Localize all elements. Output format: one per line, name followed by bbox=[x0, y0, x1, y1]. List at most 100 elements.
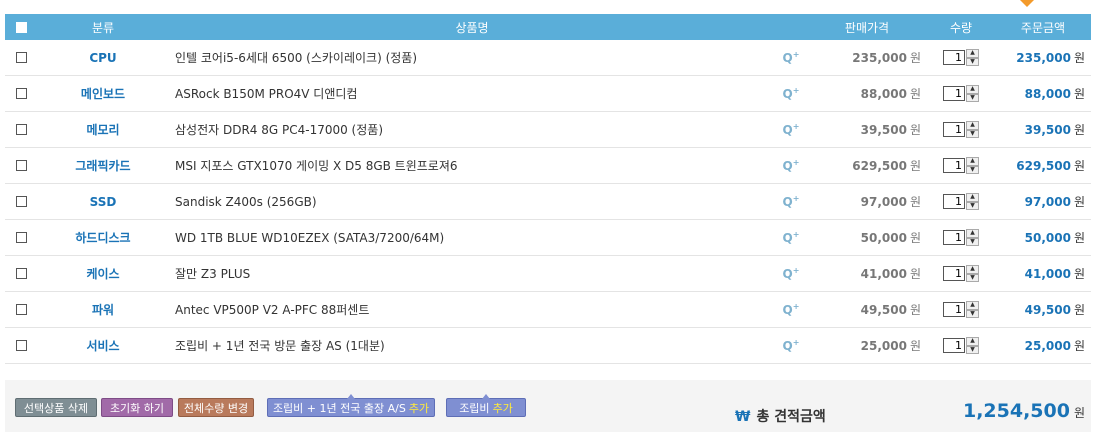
row-total: 235,000 원 bbox=[995, 49, 1091, 66]
zoom-plus-icon[interactable]: Q+ bbox=[775, 86, 807, 101]
add-assembly-button[interactable]: 조립비 추가 bbox=[446, 394, 526, 417]
table-header: 분류 상품명 판매가격 수량 주문금액 bbox=[5, 14, 1091, 40]
row-product-name[interactable]: Sandisk Z400s (256GB) bbox=[169, 195, 775, 209]
row-checkbox[interactable] bbox=[15, 52, 27, 63]
row-price-currency: 원 bbox=[909, 195, 921, 209]
row-checkbox[interactable] bbox=[15, 304, 27, 315]
zoom-plus-icon[interactable]: Q+ bbox=[775, 194, 807, 209]
row-checkbox[interactable] bbox=[15, 124, 27, 135]
spin-down-icon[interactable]: ▼ bbox=[966, 201, 979, 210]
row-checkbox-cell bbox=[5, 52, 37, 63]
quantity-input[interactable]: 1 bbox=[943, 50, 965, 65]
spin-down-icon[interactable]: ▼ bbox=[966, 57, 979, 66]
quantity-input[interactable]: 1 bbox=[943, 86, 965, 101]
reset-button[interactable]: 초기화 하기 bbox=[101, 398, 173, 417]
row-price-currency: 원 bbox=[909, 303, 921, 317]
zoom-plus-icon[interactable]: Q+ bbox=[775, 122, 807, 137]
spin-down-icon[interactable]: ▼ bbox=[966, 345, 979, 354]
row-product-name[interactable]: 인텔 코어i5-6세대 6500 (스카이레이크) (정품) bbox=[169, 49, 775, 66]
row-total: 629,500 원 bbox=[995, 157, 1091, 174]
spin-up-icon[interactable]: ▲ bbox=[966, 301, 979, 310]
spin-buttons: ▲ ▼ bbox=[966, 49, 979, 66]
row-total: 50,000 원 bbox=[995, 229, 1091, 246]
row-total-value: 88,000 bbox=[1024, 87, 1071, 101]
spin-down-icon[interactable]: ▼ bbox=[966, 129, 979, 138]
row-price-value: 88,000 bbox=[860, 87, 907, 101]
row-product-name[interactable]: 잘만 Z3 PLUS bbox=[169, 265, 775, 282]
row-product-name[interactable]: 조립비 + 1년 전국 방문 출장 AS (1대분) bbox=[169, 337, 775, 354]
spin-down-icon[interactable]: ▼ bbox=[966, 237, 979, 246]
row-product-name[interactable]: 삼성전자 DDR4 8G PC4-17000 (정품) bbox=[169, 121, 775, 138]
spin-down-icon[interactable]: ▼ bbox=[966, 165, 979, 174]
row-checkbox[interactable] bbox=[15, 268, 27, 279]
quantity-stepper: 1 ▲ ▼ bbox=[943, 265, 979, 282]
spin-down-icon[interactable]: ▼ bbox=[966, 273, 979, 282]
table-row: 파워 Antec VP500P V2 A-PFC 88퍼센트 Q+ 49,500 원 1 ▲… bbox=[5, 292, 1091, 328]
row-total-value: 49,500 bbox=[1024, 303, 1071, 317]
cart-table: 분류 상품명 판매가격 수량 주문금액 CPU 인텔 코어i5-6세대 6500 … bbox=[5, 14, 1091, 364]
row-product-name[interactable]: MSI 지포스 GTX1070 게이밍 X D5 8GB 트윈프로져6 bbox=[169, 157, 775, 174]
spin-down-icon[interactable]: ▼ bbox=[966, 309, 979, 318]
row-checkbox[interactable] bbox=[15, 340, 27, 351]
spin-up-icon[interactable]: ▲ bbox=[966, 193, 979, 202]
row-price-value: 97,000 bbox=[860, 195, 907, 209]
spin-up-icon[interactable]: ▲ bbox=[966, 337, 979, 346]
spin-up-icon[interactable]: ▲ bbox=[966, 265, 979, 274]
total-estimate-label: ₩ 총 견적금액 bbox=[735, 406, 826, 426]
row-checkbox[interactable] bbox=[15, 88, 27, 99]
quantity-input[interactable]: 1 bbox=[943, 302, 965, 317]
quantity-input[interactable]: 1 bbox=[943, 158, 965, 173]
row-category: SSD bbox=[89, 194, 117, 209]
quantity-input[interactable]: 1 bbox=[943, 230, 965, 245]
zoom-plus-icon[interactable]: Q+ bbox=[775, 266, 807, 281]
row-total-value: 235,000 bbox=[1016, 51, 1071, 65]
quantity-input[interactable]: 1 bbox=[943, 194, 965, 209]
change-all-qty-button[interactable]: 전체수량 변경 bbox=[178, 398, 254, 417]
row-total: 25,000 원 bbox=[995, 337, 1091, 354]
add-assembly-label: 조립비 bbox=[459, 401, 490, 415]
spin-buttons: ▲ ▼ bbox=[966, 121, 979, 138]
spin-up-icon[interactable]: ▲ bbox=[966, 229, 979, 238]
row-qty-cell: 1 ▲ ▼ bbox=[927, 229, 995, 246]
add-assembly-as-button[interactable]: 조립비 + 1년 전국 출장 A/S 추가 bbox=[267, 394, 435, 417]
spin-up-icon[interactable]: ▲ bbox=[966, 157, 979, 166]
quantity-input[interactable]: 1 bbox=[943, 338, 965, 353]
row-total: 49,500 원 bbox=[995, 301, 1091, 318]
delete-selected-button[interactable]: 선택상품 삭제 bbox=[15, 398, 97, 417]
select-all-checkbox[interactable] bbox=[15, 21, 27, 33]
row-checkbox[interactable] bbox=[15, 232, 27, 243]
total-currency: 원 bbox=[1073, 406, 1085, 420]
quantity-stepper: 1 ▲ ▼ bbox=[943, 49, 979, 66]
row-checkbox[interactable] bbox=[15, 196, 27, 207]
row-checkbox-cell bbox=[5, 160, 37, 171]
zoom-plus-icon[interactable]: Q+ bbox=[775, 158, 807, 173]
row-category: 서비스 bbox=[86, 339, 120, 353]
row-product-name[interactable]: ASRock B150M PRO4V 디앤디컴 bbox=[169, 85, 775, 102]
zoom-plus-icon[interactable]: Q+ bbox=[775, 338, 807, 353]
table-row: 메모리 삼성전자 DDR4 8G PC4-17000 (정품) Q+ 39,500 원 1… bbox=[5, 112, 1091, 148]
spin-down-icon[interactable]: ▼ bbox=[966, 93, 979, 102]
quantity-input[interactable]: 1 bbox=[943, 122, 965, 137]
row-product-name[interactable]: Antec VP500P V2 A-PFC 88퍼센트 bbox=[169, 301, 775, 318]
zoom-plus-icon[interactable]: Q+ bbox=[775, 50, 807, 65]
row-price-value: 629,500 bbox=[852, 159, 907, 173]
row-price-value: 25,000 bbox=[860, 339, 907, 353]
row-checkbox-cell bbox=[5, 268, 37, 279]
spin-buttons: ▲ ▼ bbox=[966, 301, 979, 318]
zoom-plus-icon[interactable]: Q+ bbox=[775, 302, 807, 317]
spin-up-icon[interactable]: ▲ bbox=[966, 121, 979, 130]
header-product: 상품명 bbox=[455, 20, 489, 35]
table-row: 하드디스크 WD 1TB BLUE WD10EZEX (SATA3/7200/64… bbox=[5, 220, 1091, 256]
row-total: 39,500 원 bbox=[995, 121, 1091, 138]
spin-up-icon[interactable]: ▲ bbox=[966, 85, 979, 94]
row-total-currency: 원 bbox=[1073, 51, 1085, 65]
row-price: 39,500 원 bbox=[807, 121, 927, 138]
row-price-currency: 원 bbox=[909, 87, 921, 101]
row-checkbox[interactable] bbox=[15, 160, 27, 171]
spin-up-icon[interactable]: ▲ bbox=[966, 49, 979, 58]
row-qty-cell: 1 ▲ ▼ bbox=[927, 157, 995, 174]
row-product-name[interactable]: WD 1TB BLUE WD10EZEX (SATA3/7200/64M) bbox=[169, 231, 775, 245]
row-price: 235,000 원 bbox=[807, 49, 927, 66]
zoom-plus-icon[interactable]: Q+ bbox=[775, 230, 807, 245]
quantity-input[interactable]: 1 bbox=[943, 266, 965, 281]
